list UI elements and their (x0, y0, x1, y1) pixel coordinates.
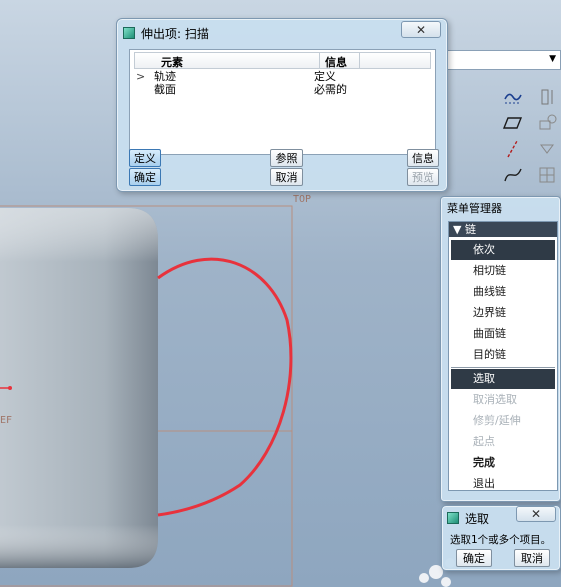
cancel-button[interactable]: 取消 (270, 168, 303, 186)
datum-label-top: TOP (293, 194, 312, 205)
menu-divider (451, 367, 555, 368)
spline-curve-tool-icon[interactable] (502, 164, 524, 186)
dialog-title-bar[interactable]: 伸出项: 扫描 (123, 23, 441, 43)
select-dialog-title: 选取 (465, 511, 490, 526)
menu-item-done[interactable]: 完成 (451, 453, 555, 473)
menu-list-chain: ▼ 链 依次 相切链 曲线链 边界链 曲面链 目的链 选取 取消选取 修剪/延伸… (448, 221, 558, 491)
table-row[interactable]: 截面 必需的 (134, 83, 431, 96)
app-icon (123, 27, 135, 39)
filter-combo[interactable]: ▼ (446, 50, 561, 70)
sweep-feature-dialog: 伸出项: 扫描 ✕ 元素 信息 > 轨迹 定义 截面 必需的 定义 参照 信息 … (116, 18, 448, 192)
row-expand-icon[interactable]: > (136, 70, 145, 83)
column-header-info: 信息 (325, 56, 347, 69)
menu-item-unselect[interactable]: 取消选取 (451, 390, 555, 410)
select-ok-button[interactable]: 确定 (456, 549, 492, 567)
select-cancel-button[interactable]: 取消 (514, 549, 550, 567)
select-prompt: 选取1个或多个项目。 (450, 534, 552, 546)
sketch-curve-tool-icon[interactable] (502, 86, 524, 108)
reference-button[interactable]: 参照 (270, 149, 303, 167)
menu-item-tangent-chain[interactable]: 相切链 (451, 261, 555, 281)
close-x-icon: ✕ (530, 507, 542, 521)
datum-line-tool-icon[interactable] (502, 138, 524, 160)
menu-item-surface-chain[interactable]: 曲面链 (451, 324, 555, 344)
ok-button[interactable]: 确定 (129, 168, 161, 186)
close-button[interactable]: ✕ (401, 21, 441, 38)
sweep-trajectory-curve (157, 257, 293, 517)
dialog-title: 伸出项: 扫描 (141, 26, 209, 41)
element-table[interactable]: 元素 信息 > 轨迹 定义 截面 必需的 (129, 49, 436, 155)
menu-manager: 菜单管理器 ▼ 链 依次 相切链 曲线链 边界链 曲面链 目的链 选取 取消选取… (440, 196, 561, 502)
datum-axis-tool-icon[interactable] (536, 86, 558, 108)
sketch-point (8, 386, 12, 390)
select-dialog: 选取 ✕ 选取1个或多个项目。 确定 取消 (441, 505, 561, 571)
coordinate-system-tool-icon[interactable] (536, 138, 558, 160)
close-x-icon: ✕ (415, 22, 427, 37)
info-button[interactable]: 信息 (407, 149, 439, 167)
row-element: 轨迹 (154, 70, 176, 83)
menu-item-quit[interactable]: 退出 (451, 474, 555, 494)
table-row[interactable]: > 轨迹 定义 (134, 70, 431, 83)
menu-section-chain[interactable]: ▼ 链 (449, 222, 557, 237)
grid-tool-icon[interactable] (536, 164, 558, 186)
table-header: 元素 信息 (134, 52, 431, 69)
column-header-element: 元素 (161, 56, 183, 69)
datum-label-def: DEF (0, 415, 13, 426)
menu-item-boundary-chain[interactable]: 边界链 (451, 303, 555, 323)
menu-item-intent-chain[interactable]: 目的链 (451, 345, 555, 365)
menu-item-start-point[interactable]: 起点 (451, 432, 555, 452)
define-button[interactable]: 定义 (129, 149, 161, 167)
right-toolbar (500, 78, 561, 188)
menu-manager-title: 菜单管理器 (447, 202, 502, 215)
select-close-button[interactable]: ✕ (516, 506, 556, 522)
preview-button[interactable]: 预览 (407, 168, 439, 186)
row-info: 定义 (314, 70, 336, 83)
menu-item-trim-extend[interactable]: 修剪/延伸 (451, 411, 555, 431)
chevron-down-icon[interactable]: ▼ (549, 54, 556, 64)
menu-item-curve-chain[interactable]: 曲线链 (451, 282, 555, 302)
row-element: 截面 (154, 83, 176, 96)
datum-point-tool-icon[interactable] (536, 112, 558, 134)
menu-item-one-by-one[interactable]: 依次 (451, 240, 555, 260)
row-info: 必需的 (314, 83, 347, 96)
app-icon (447, 512, 459, 524)
datum-plane-tool-icon[interactable] (502, 112, 524, 134)
menu-item-select[interactable]: 选取 (451, 369, 555, 389)
